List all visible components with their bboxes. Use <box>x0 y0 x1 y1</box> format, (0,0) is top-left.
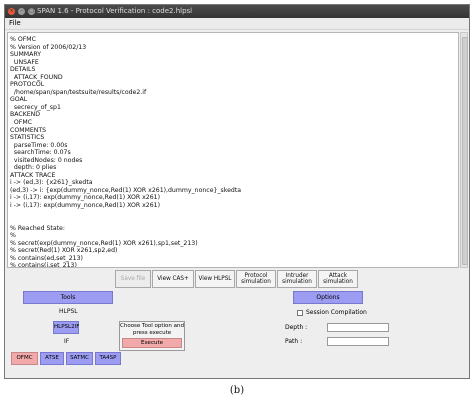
view-hlpsl-button[interactable]: View HLPSL <box>195 270 235 288</box>
attack-simulation-button[interactable]: Attack simulation <box>318 270 358 288</box>
execute-button[interactable]: Execute <box>122 338 182 348</box>
path-label: Path : <box>285 338 303 345</box>
depth-row: Depth : <box>285 323 389 332</box>
tool-message-line1: Choose Tool option and <box>120 323 184 329</box>
window-title: SPAN 1.6 - Protocol Verification : code2… <box>37 7 193 15</box>
scrollbar-thumb[interactable] <box>462 37 468 265</box>
options-button[interactable]: Options <box>293 291 363 304</box>
title-bar: × – □ SPAN 1.6 - Protocol Verification :… <box>5 5 469 18</box>
menu-file[interactable]: File <box>9 18 21 29</box>
hlpsl-label: HLPSL <box>59 308 78 315</box>
options-panel: Options Session Compilation Depth : Path… <box>283 291 469 373</box>
menu-bar: File <box>5 18 469 30</box>
session-compilation-checkbox[interactable] <box>297 309 303 316</box>
path-input[interactable] <box>327 337 389 346</box>
tools-panel: Tools HLPSL HLPSL2IF IF Choose Tool opti… <box>9 291 189 373</box>
main-window: × – □ SPAN 1.6 - Protocol Verification :… <box>4 4 470 379</box>
output-text-area[interactable]: % OFMC % Version of 2006/02/13 SUMMARY U… <box>7 32 459 268</box>
tool-message-line2: press execute <box>132 330 172 336</box>
save-file-button[interactable]: Save file <box>115 270 151 288</box>
intruder-simulation-button[interactable]: Intruder simulation <box>277 270 317 288</box>
if-label: IF <box>64 338 70 345</box>
depth-input[interactable] <box>327 323 389 332</box>
backend-ofmc-button[interactable]: OFMC <box>11 352 38 365</box>
tools-button[interactable]: Tools <box>23 291 113 304</box>
backend-satmc-button[interactable]: SATMC <box>66 352 93 365</box>
view-cas-button[interactable]: View CAS+ <box>152 270 194 288</box>
vertical-scrollbar[interactable] <box>460 32 468 268</box>
figure-caption: (b) <box>229 385 245 396</box>
path-row: Path : <box>285 337 389 346</box>
session-compilation-label: Session Compilation <box>306 309 367 316</box>
tool-message-box: Choose Tool option and press execute Exe… <box>119 321 185 351</box>
close-icon[interactable]: × <box>8 8 15 15</box>
hlpsl2if-button[interactable]: HLPSL2IF <box>53 321 79 334</box>
depth-label: Depth : <box>285 324 308 331</box>
backend-ta4sp-button[interactable]: TA4SP <box>95 352 121 365</box>
minimize-icon[interactable]: – <box>18 8 25 15</box>
action-toolbar: Save file View CAS+ View HLPSL Protocol s… <box>115 270 358 288</box>
protocol-simulation-button[interactable]: Protocol simulation <box>236 270 276 288</box>
backend-atse-button[interactable]: ATSE <box>40 352 64 365</box>
session-compilation-row: Session Compilation <box>297 309 367 316</box>
output-text: % OFMC % Version of 2006/02/13 SUMMARY U… <box>10 36 242 268</box>
maximize-icon[interactable]: □ <box>28 8 35 15</box>
